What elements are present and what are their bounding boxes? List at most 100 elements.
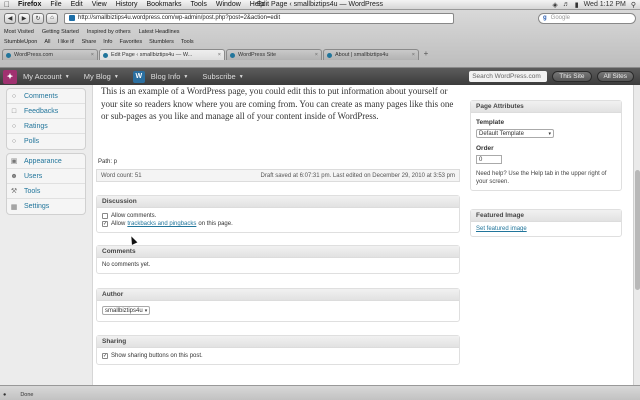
menu-tools[interactable]: Tools <box>191 1 207 8</box>
back-icon[interactable]: ◀ <box>4 12 16 24</box>
sidebar-item-appearance[interactable]: ▣ Appearance <box>7 154 85 169</box>
reload-icon[interactable]: ↻ <box>32 12 44 24</box>
tab-edit-page[interactable]: Edit Page ‹ smallbiztips4u — W... × <box>99 49 225 60</box>
my-blog-label: My Blog <box>83 72 111 81</box>
sidebar-item-label: Feedbacks <box>24 107 59 115</box>
toolbar-item[interactable]: Share <box>82 39 97 45</box>
chevron-down-icon: ▼ <box>238 73 244 80</box>
new-tab-icon[interactable]: + <box>420 49 432 60</box>
blog-info-menu[interactable]: Blog Info ▼ <box>151 72 189 81</box>
bookmark-item[interactable]: Inspired by others <box>87 29 131 35</box>
browser-status-bar: ● Done <box>0 385 640 400</box>
toolbar-item[interactable]: Info <box>103 39 112 45</box>
close-icon[interactable]: × <box>315 52 318 58</box>
forward-icon[interactable]: ▶ <box>18 12 30 24</box>
sidebar-item-label: Polls <box>24 138 40 145</box>
subscribe-menu[interactable]: Subscribe ▼ <box>202 72 243 81</box>
home-icon[interactable]: ⌂ <box>46 12 58 24</box>
close-icon[interactable]: × <box>91 52 94 58</box>
search-input[interactable]: g Google <box>538 12 636 24</box>
page-scrollbar[interactable] <box>633 85 640 385</box>
tab-bar: WordPress.com × Edit Page ‹ smallbiztips… <box>0 48 640 60</box>
toolbar-item[interactable]: Stumblers <box>149 39 174 45</box>
tab-about[interactable]: About | smallbiztips4u × <box>323 49 419 60</box>
menu-bookmarks[interactable]: Bookmarks <box>147 1 182 8</box>
menu-window[interactable]: Window <box>216 1 241 8</box>
template-select[interactable]: Default Template ▾ <box>476 129 554 138</box>
tab-wordpress-com[interactable]: WordPress.com × <box>2 49 98 60</box>
bookmark-item[interactable]: Getting Started <box>42 29 79 35</box>
toolbar-item[interactable]: StumbleUpon <box>4 39 37 45</box>
bookmark-item[interactable]: Latest Headlines <box>139 29 180 35</box>
author-select[interactable]: smallbiztips4u ▾ <box>102 306 151 315</box>
close-icon[interactable]: × <box>218 52 221 58</box>
tab-label: About | smallbiztips4u <box>335 52 389 58</box>
menu-help[interactable]: Help <box>250 1 264 8</box>
sidebar-item-polls[interactable]: ○ Polls <box>7 134 85 149</box>
menu-file[interactable]: File <box>50 1 61 8</box>
comments-title[interactable]: Comments <box>97 246 459 258</box>
allow-pingbacks-checkbox[interactable]: ✓ <box>102 221 108 227</box>
order-input[interactable]: 0 <box>476 155 502 164</box>
page-attributes-title[interactable]: Page Attributes <box>471 101 621 113</box>
allow-comments-checkbox[interactable] <box>102 213 108 219</box>
toolbar-item[interactable]: Tools <box>181 39 194 45</box>
sidebar-item-users[interactable]: ☻ Users <box>7 169 85 184</box>
close-icon[interactable]: × <box>412 52 415 58</box>
help-text: Need help? Use the Help tab in the upper… <box>476 171 607 185</box>
apple-icon[interactable]:  <box>4 0 12 9</box>
allow-prefix: Allow <box>111 221 126 227</box>
tab-wordpress-site[interactable]: WordPress Site × <box>226 49 322 60</box>
sharing-row: ✓ Show sharing buttons on this post. <box>102 353 454 359</box>
all-sites-button[interactable]: All Sites <box>596 71 634 82</box>
bookmark-item[interactable]: Most Visited <box>4 29 34 35</box>
admin-sidebar: ○ Comments □ Feedbacks ○ Ratings ○ Polls ▣ Ap… <box>0 85 93 385</box>
battery-icon[interactable]: ▮ <box>575 1 579 9</box>
featured-image-box: Featured Image Set featured image <box>470 209 622 237</box>
search-placeholder: Google <box>550 15 571 21</box>
menu-view[interactable]: View <box>92 1 107 8</box>
tab-favicon-icon <box>6 52 11 58</box>
sharing-checkbox[interactable]: ✓ <box>102 353 108 359</box>
menu-edit[interactable]: Edit <box>71 1 83 8</box>
featured-image-title[interactable]: Featured Image <box>471 210 621 222</box>
set-featured-image-link[interactable]: Set featured image <box>476 226 527 232</box>
discussion-title[interactable]: Discussion <box>97 196 459 208</box>
sidebar-item-comments[interactable]: ○ Comments <box>7 89 85 104</box>
blog-info-label: Blog Info <box>150 72 181 81</box>
spotlight-icon[interactable]: ⚲ <box>631 1 636 9</box>
my-account-menu[interactable]: My Account ▼ <box>23 72 70 81</box>
menu-history[interactable]: History <box>116 1 138 8</box>
address-bar[interactable]: http://smallbiztips4u.wordpress.com/wp-a… <box>64 12 454 24</box>
menu-firefox[interactable]: Firefox <box>18 1 41 8</box>
page-attributes-box: Page Attributes Template Default Templat… <box>470 100 622 191</box>
toolbar-item[interactable]: Favorites <box>119 39 142 45</box>
browser-chrome: ◀ ▶ ↻ ⌂ http://smallbiztips4u.wordpress.… <box>0 10 640 68</box>
scrollbar-thumb[interactable] <box>635 170 640 290</box>
toolbar-item[interactable]: All <box>44 39 50 45</box>
wp-search-input[interactable]: Search WordPress.com <box>469 71 548 82</box>
this-site-button[interactable]: This Site <box>552 71 592 82</box>
toolbar-item[interactable]: I like it! <box>57 39 74 45</box>
editor-path: Path: p <box>98 159 118 165</box>
page-content-editor[interactable]: This is an example of a WordPress page, … <box>101 85 456 123</box>
wordpress-logo-icon[interactable]: W <box>132 70 145 83</box>
sidebar-item-tools[interactable]: ⚒ Tools <box>7 184 85 199</box>
sidebar-item-label: Settings <box>24 203 50 210</box>
allow-pingbacks-row: ✓ Allow trackbacks and pingbacks on this… <box>102 221 454 227</box>
author-title[interactable]: Author <box>97 289 459 301</box>
trackbacks-link[interactable]: trackbacks and pingbacks <box>127 221 196 227</box>
sidebar-menu-group: ○ Comments □ Feedbacks ○ Ratings ○ Polls <box>6 88 86 150</box>
wifi-icon[interactable]: ◈ <box>552 1 557 9</box>
google-icon: g <box>543 15 547 21</box>
sidebar-item-settings[interactable]: ▦ Settings <box>7 199 85 214</box>
volume-icon[interactable]: ♬ <box>563 1 570 8</box>
sidebar-item-feedbacks[interactable]: □ Feedbacks <box>7 104 85 119</box>
my-blog-menu[interactable]: My Blog ▼ <box>84 72 119 81</box>
sidebar-item-label: Comments <box>24 92 58 100</box>
clock[interactable]: Wed 1:12 PM <box>584 1 626 8</box>
sharing-title[interactable]: Sharing <box>97 336 459 348</box>
sidebar-item-ratings[interactable]: ○ Ratings <box>7 119 85 134</box>
avatar[interactable]: ✦ <box>3 69 17 84</box>
wp-admin-bar: ✦ My Account ▼ My Blog ▼ W Blog Info ▼ Subs… <box>0 68 640 85</box>
